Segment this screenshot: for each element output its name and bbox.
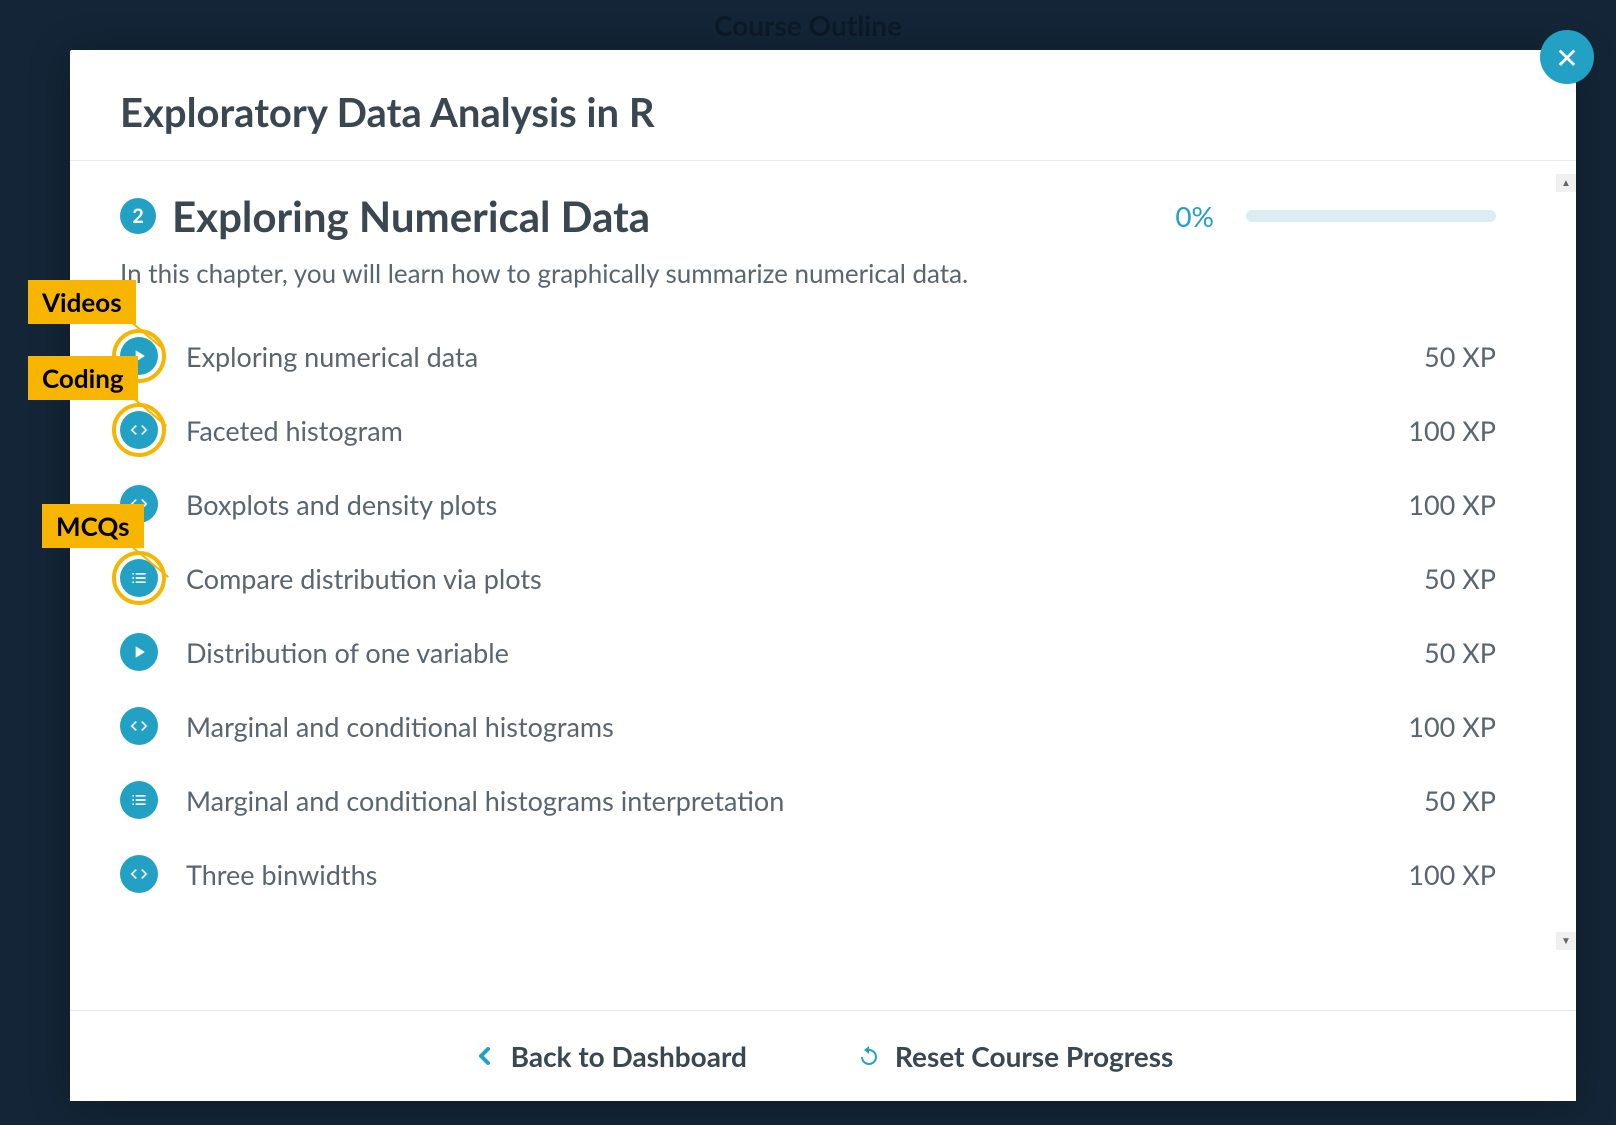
reset-label: Reset Course Progress xyxy=(895,1039,1173,1073)
exercise-xp: 100 XP xyxy=(1408,858,1496,891)
exercise-title: Exploring numerical data xyxy=(186,340,1396,373)
exercise-item[interactable]: Compare distribution via plots 50 XP xyxy=(120,541,1496,615)
exercise-item[interactable]: Faceted histogram 100 XP xyxy=(120,393,1496,467)
exercise-title: Three binwidths xyxy=(186,858,1380,891)
reset-icon xyxy=(857,1044,881,1068)
exercise-item[interactable]: Marginal and conditional histograms inte… xyxy=(120,763,1496,837)
back-label: Back to Dashboard xyxy=(511,1039,747,1073)
chevron-left-icon xyxy=(473,1044,497,1068)
exercise-xp: 100 XP xyxy=(1408,414,1496,447)
exercise-title: Marginal and conditional histograms xyxy=(186,710,1380,743)
play-icon xyxy=(120,633,158,671)
exercise-item[interactable]: Three binwidths 100 XP xyxy=(120,837,1496,911)
code-icon xyxy=(120,707,158,745)
scroll-down-button[interactable]: ▼ xyxy=(1556,932,1576,950)
chapter-scroll-area[interactable]: 2 Exploring Numerical Data 0% In this ch… xyxy=(70,161,1576,1010)
chapter-title: Exploring Numerical Data xyxy=(172,191,1159,241)
chapter-header: 2 Exploring Numerical Data 0% xyxy=(120,191,1496,241)
annotation-mcqs: MCQs xyxy=(42,504,144,548)
exercise-title: Faceted histogram xyxy=(186,414,1380,447)
annotation-coding: Coding xyxy=(28,356,138,400)
chapter-description: In this chapter, you will learn how to g… xyxy=(120,257,1496,289)
course-title: Exploratory Data Analysis in R xyxy=(120,88,1526,136)
annotation-videos: Videos xyxy=(28,280,136,324)
exercise-xp: 50 XP xyxy=(1424,562,1496,595)
exercise-xp: 50 XP xyxy=(1424,784,1496,817)
chapter-percent: 0% xyxy=(1175,199,1214,233)
exercise-item[interactable]: Boxplots and density plots 100 XP xyxy=(120,467,1496,541)
code-icon xyxy=(120,855,158,893)
close-modal-button[interactable]: ✕ xyxy=(1540,30,1594,84)
exercise-xp: 100 XP xyxy=(1408,710,1496,743)
exercise-xp: 50 XP xyxy=(1424,636,1496,669)
exercise-title: Marginal and conditional histograms inte… xyxy=(186,784,1396,817)
exercise-list: Exploring numerical data 50 XP Faceted h… xyxy=(120,319,1496,911)
exercise-item[interactable]: Marginal and conditional histograms 100 … xyxy=(120,689,1496,763)
exercise-item[interactable]: Exploring numerical data 50 XP xyxy=(120,319,1496,393)
modal-footer: Back to Dashboard Reset Course Progress xyxy=(70,1010,1576,1101)
list-icon xyxy=(120,781,158,819)
exercise-title: Compare distribution via plots xyxy=(186,562,1396,595)
exercise-title: Distribution of one variable xyxy=(186,636,1396,669)
background-title: Course Outline xyxy=(714,8,902,42)
scroll-up-button[interactable]: ▲ xyxy=(1556,174,1576,192)
code-icon xyxy=(120,411,158,449)
modal-header: Exploratory Data Analysis in R xyxy=(70,50,1576,161)
exercise-xp: 100 XP xyxy=(1408,488,1496,521)
chapter-progress-bar xyxy=(1246,210,1496,222)
exercise-xp: 50 XP xyxy=(1424,340,1496,373)
exercise-item[interactable]: Distribution of one variable 50 XP xyxy=(120,615,1496,689)
exercise-title: Boxplots and density plots xyxy=(186,488,1380,521)
course-outline-modal: Exploratory Data Analysis in R 2 Explori… xyxy=(70,50,1576,1101)
reset-progress-button[interactable]: Reset Course Progress xyxy=(857,1039,1173,1073)
chapter-number-badge: 2 xyxy=(120,198,156,234)
back-to-dashboard-button[interactable]: Back to Dashboard xyxy=(473,1039,747,1073)
